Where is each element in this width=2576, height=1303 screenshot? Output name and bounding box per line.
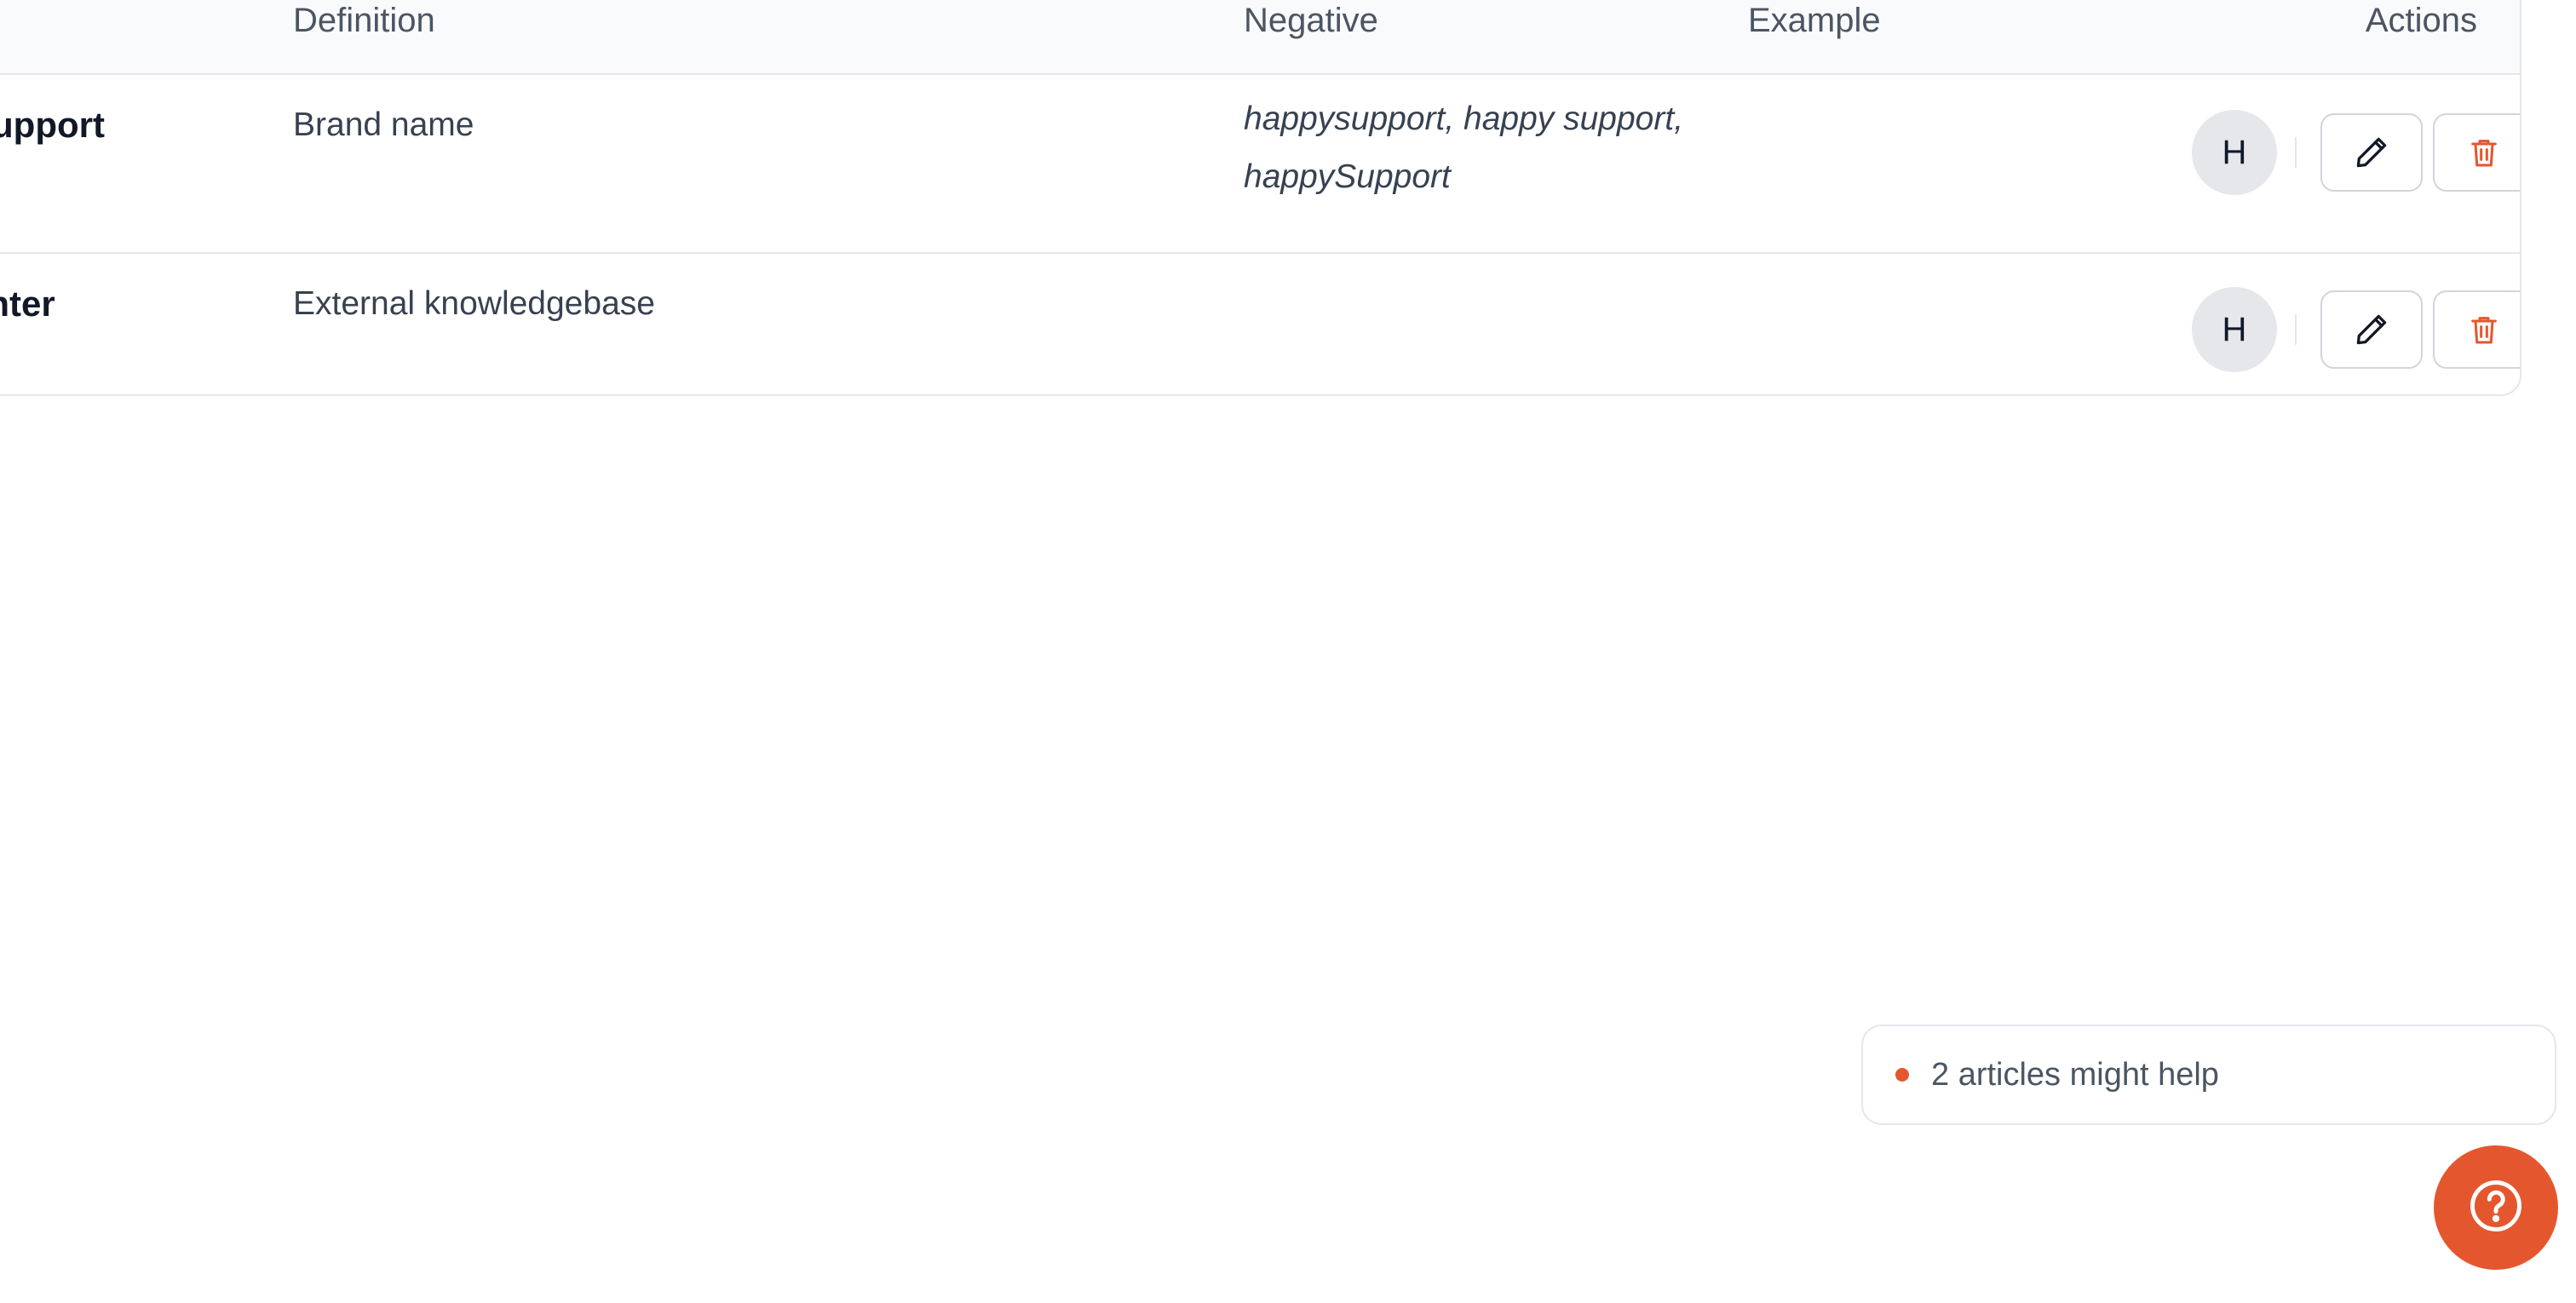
avatar[interactable]: H (2192, 287, 2277, 372)
help-button[interactable] (2434, 1145, 2558, 1270)
trash-icon (2467, 135, 2501, 169)
term-definition: Brand name (293, 106, 474, 143)
term-name: enter (0, 284, 55, 324)
term-name: Support (0, 105, 105, 145)
table-header: Definition Negative Example Actions (0, 0, 2520, 75)
column-header-negative: Negative (1244, 2, 1378, 39)
column-header-actions: Actions (2365, 2, 2477, 39)
avatar-initial: H (2222, 310, 2247, 348)
avatar[interactable]: H (2192, 110, 2277, 195)
table-row: Support Brand name happysupport, happy s… (0, 75, 2520, 254)
delete-button[interactable] (2433, 113, 2520, 192)
term-negative: happysupport, happy support, happySuppor… (1244, 100, 1684, 195)
term-definition: External knowledgebase (293, 285, 655, 322)
edit-button[interactable] (2320, 290, 2423, 369)
avatar-initial: H (2222, 133, 2247, 171)
actions-divider (2295, 314, 2297, 345)
help-suggestion[interactable]: 2 articles might help (1861, 1025, 2556, 1125)
notification-dot (1895, 1068, 1909, 1082)
page: Definition Negative Example Actions Supp… (0, 0, 2576, 1303)
pencil-icon (2353, 311, 2390, 348)
trash-icon (2467, 313, 2501, 347)
delete-button[interactable] (2433, 290, 2520, 369)
table-row: enter External knowledgebase H (0, 254, 2520, 394)
help-suggestion-text: 2 articles might help (1931, 1056, 2219, 1093)
column-header-example: Example (1748, 2, 1881, 39)
edit-button[interactable] (2320, 113, 2423, 192)
actions-divider (2295, 137, 2297, 168)
column-header-definition: Definition (293, 2, 435, 39)
glossary-table: Definition Negative Example Actions Supp… (0, 0, 2521, 396)
pencil-icon (2353, 134, 2390, 171)
question-circle-icon (2468, 1178, 2524, 1238)
